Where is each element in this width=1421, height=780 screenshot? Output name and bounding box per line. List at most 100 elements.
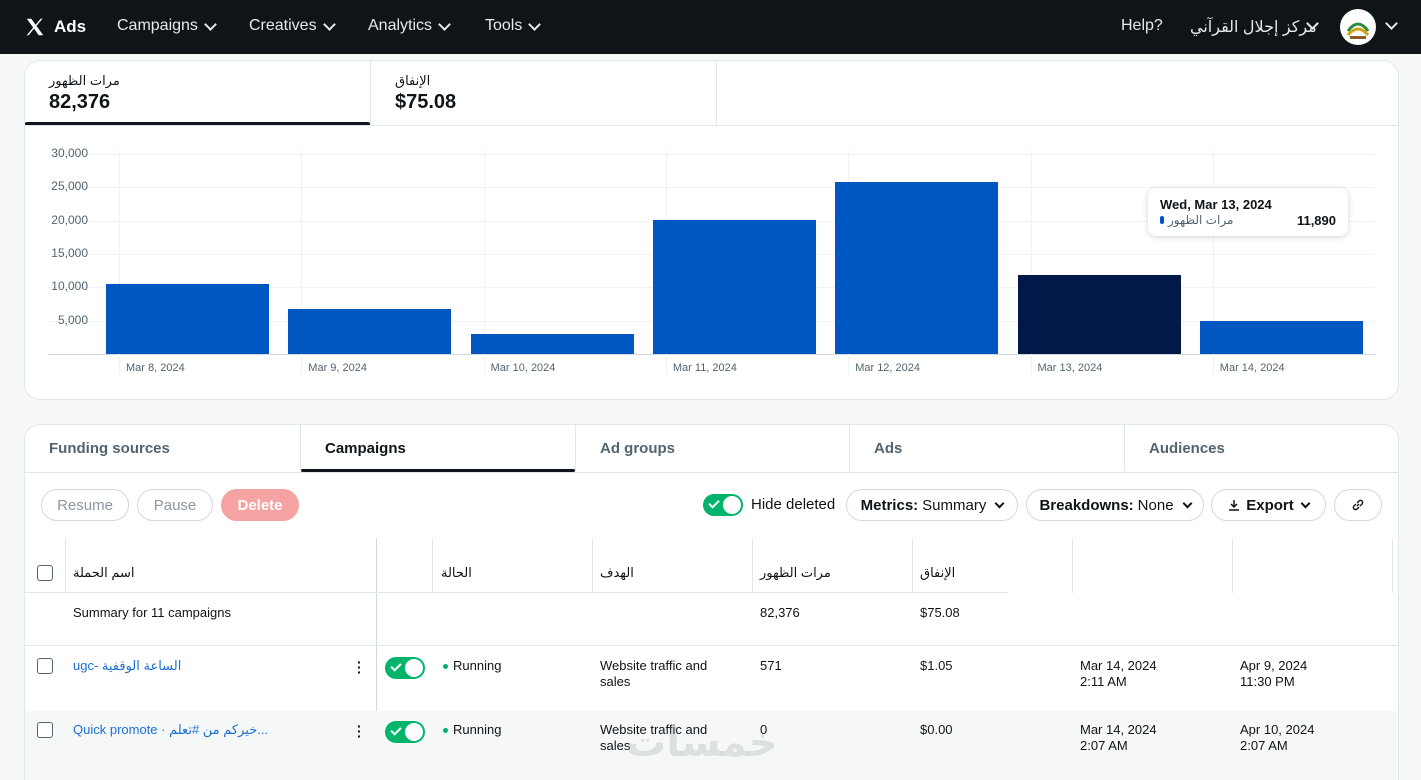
pause-button[interactable]: Pause xyxy=(137,489,213,521)
status-badge: Running xyxy=(443,722,501,738)
status-badge: Running xyxy=(443,658,501,674)
time-text: 11:30 PM xyxy=(1240,674,1295,689)
metric-value: 82,376 xyxy=(49,91,111,113)
breakdowns-key: Breakdowns: xyxy=(1039,496,1134,514)
time-text: 2:07 AM xyxy=(1240,738,1288,753)
chevron-down-icon xyxy=(322,17,336,31)
nav-creatives[interactable]: Creatives xyxy=(249,17,336,35)
delete-button[interactable]: Delete xyxy=(221,489,299,521)
toggle-knob xyxy=(723,496,741,514)
row-divider xyxy=(25,645,1398,646)
campaign-name-link[interactable]: الساعة الوقفية -ugc xyxy=(73,658,181,674)
account-name[interactable]: مركز إجلال القرآني xyxy=(1190,17,1317,37)
divider xyxy=(25,472,1398,473)
top-nav: Ads Campaigns Creatives Analytics Tools … xyxy=(0,0,1421,54)
brand[interactable]: Ads xyxy=(24,14,86,40)
tooltip-series: مرات الظهور xyxy=(1168,213,1234,227)
chart-bar[interactable] xyxy=(835,182,999,354)
link-icon xyxy=(1352,499,1364,511)
tab-ads[interactable]: Ads xyxy=(849,425,1124,471)
resume-button[interactable]: Resume xyxy=(41,489,129,521)
chevron-down-icon xyxy=(528,17,542,31)
breakdowns-dropdown[interactable]: Breakdowns: None xyxy=(1026,489,1204,521)
watermark: خمسات xyxy=(626,721,778,765)
summary-spend: $75.08 xyxy=(920,605,960,620)
nav-tools[interactable]: Tools xyxy=(485,17,542,35)
metric-tab-impressions[interactable]: مرات الظهور 82,376 xyxy=(25,61,371,126)
y-tick-label: 10,000 xyxy=(51,279,88,294)
column-header-impressions[interactable]: مرات الظهور xyxy=(760,565,831,581)
chevron-down-icon xyxy=(1300,498,1311,508)
x-tick-label: Mar 14, 2024 xyxy=(1219,362,1285,374)
campaign-name-link[interactable]: Quick promote · خيركم من #تعلم... xyxy=(73,722,268,738)
campaign-toggle[interactable] xyxy=(385,657,425,679)
series-color-dot xyxy=(1160,216,1164,224)
tooltip-date: Wed, Mar 13, 2024 xyxy=(1160,197,1272,212)
toggle-knob xyxy=(405,723,423,741)
column-divider xyxy=(1072,538,1073,593)
x-tick-label: Mar 8, 2024 xyxy=(126,362,185,374)
column-divider xyxy=(1392,538,1393,593)
column-header-spend[interactable]: الإنفاق xyxy=(920,565,955,581)
y-tick-label: 20,000 xyxy=(51,212,88,227)
date-text: Mar 14, 2024 xyxy=(1080,658,1157,673)
nav-campaigns[interactable]: Campaigns xyxy=(117,17,217,35)
metrics-dropdown[interactable]: Metrics: Summary xyxy=(846,489,1018,521)
avatar[interactable] xyxy=(1340,9,1376,45)
metrics-value: Summary xyxy=(922,496,987,514)
row-checkbox[interactable] xyxy=(37,658,53,674)
x-tick-label: Mar 9, 2024 xyxy=(308,362,367,374)
gridline xyxy=(48,154,1375,156)
copy-link-button[interactable] xyxy=(1334,489,1382,521)
toggle-knob xyxy=(405,659,423,677)
chart-bar[interactable] xyxy=(1199,321,1363,354)
help-link[interactable]: Help? xyxy=(1121,17,1163,35)
chevron-down-icon xyxy=(1182,498,1192,508)
x-tick-label: Mar 12, 2024 xyxy=(855,362,921,374)
tab-ad-groups[interactable]: Ad groups xyxy=(575,425,849,471)
select-all-checkbox[interactable] xyxy=(37,565,53,581)
x-tick-label: Mar 11, 2024 xyxy=(672,362,737,374)
y-tick-label: 15,000 xyxy=(51,246,88,261)
summary-label: Summary for 11 campaigns xyxy=(73,605,231,620)
objective-cell: Website traffic and sales xyxy=(600,658,707,690)
chevron-down-icon xyxy=(438,17,451,31)
chart-bar[interactable] xyxy=(106,284,269,354)
column-header-name[interactable]: اسم الحملة xyxy=(73,565,135,581)
chart-bar[interactable] xyxy=(288,308,452,354)
chevron-down-icon[interactable] xyxy=(1385,17,1398,30)
download-icon xyxy=(1229,500,1240,511)
tab-funding-sources[interactable]: Funding sources xyxy=(25,425,300,471)
date-text: Apr 9, 2024 xyxy=(1240,658,1308,673)
hide-deleted-label: Hide deleted xyxy=(751,496,836,513)
nav-analytics[interactable]: Analytics xyxy=(368,17,451,35)
impressions-cell: 571 xyxy=(760,658,782,673)
chart-bar[interactable] xyxy=(1017,274,1181,354)
status-dot xyxy=(443,728,448,734)
summary-impressions: 82,376 xyxy=(760,605,800,620)
column-header-objective[interactable]: الهدف xyxy=(600,565,634,581)
more-options-icon[interactable]: · · · xyxy=(357,719,362,743)
more-options-icon[interactable]: · · · xyxy=(357,655,362,679)
column-divider xyxy=(65,538,66,593)
chart-bar[interactable] xyxy=(652,220,816,354)
tab-campaigns[interactable]: Campaigns xyxy=(300,425,575,472)
start-date-cell: Mar 14, 2024 2:07 AM xyxy=(1080,722,1157,754)
export-button[interactable]: Export xyxy=(1211,489,1326,521)
hide-deleted-toggle[interactable] xyxy=(703,494,743,516)
header-divider xyxy=(25,592,1008,593)
campaign-toggle[interactable] xyxy=(385,721,425,743)
check-icon xyxy=(708,497,720,509)
chart-bar[interactable] xyxy=(470,334,634,354)
row-checkbox[interactable] xyxy=(37,722,53,738)
tab-audiences[interactable]: Audiences xyxy=(1124,425,1398,471)
metric-label: مرات الظهور xyxy=(49,73,120,88)
spend-cell: $0.00 xyxy=(920,722,953,737)
objective-line: Website traffic and xyxy=(600,658,708,673)
x-logo-icon xyxy=(26,18,44,36)
start-date-cell: Mar 14, 2024 2:11 AM xyxy=(1080,658,1157,690)
logo-icon xyxy=(1346,22,1370,39)
column-header-status[interactable]: الحالة xyxy=(441,565,472,581)
check-icon xyxy=(390,660,402,672)
metric-tab-spend[interactable]: الإنفاق $75.08 xyxy=(371,61,717,125)
